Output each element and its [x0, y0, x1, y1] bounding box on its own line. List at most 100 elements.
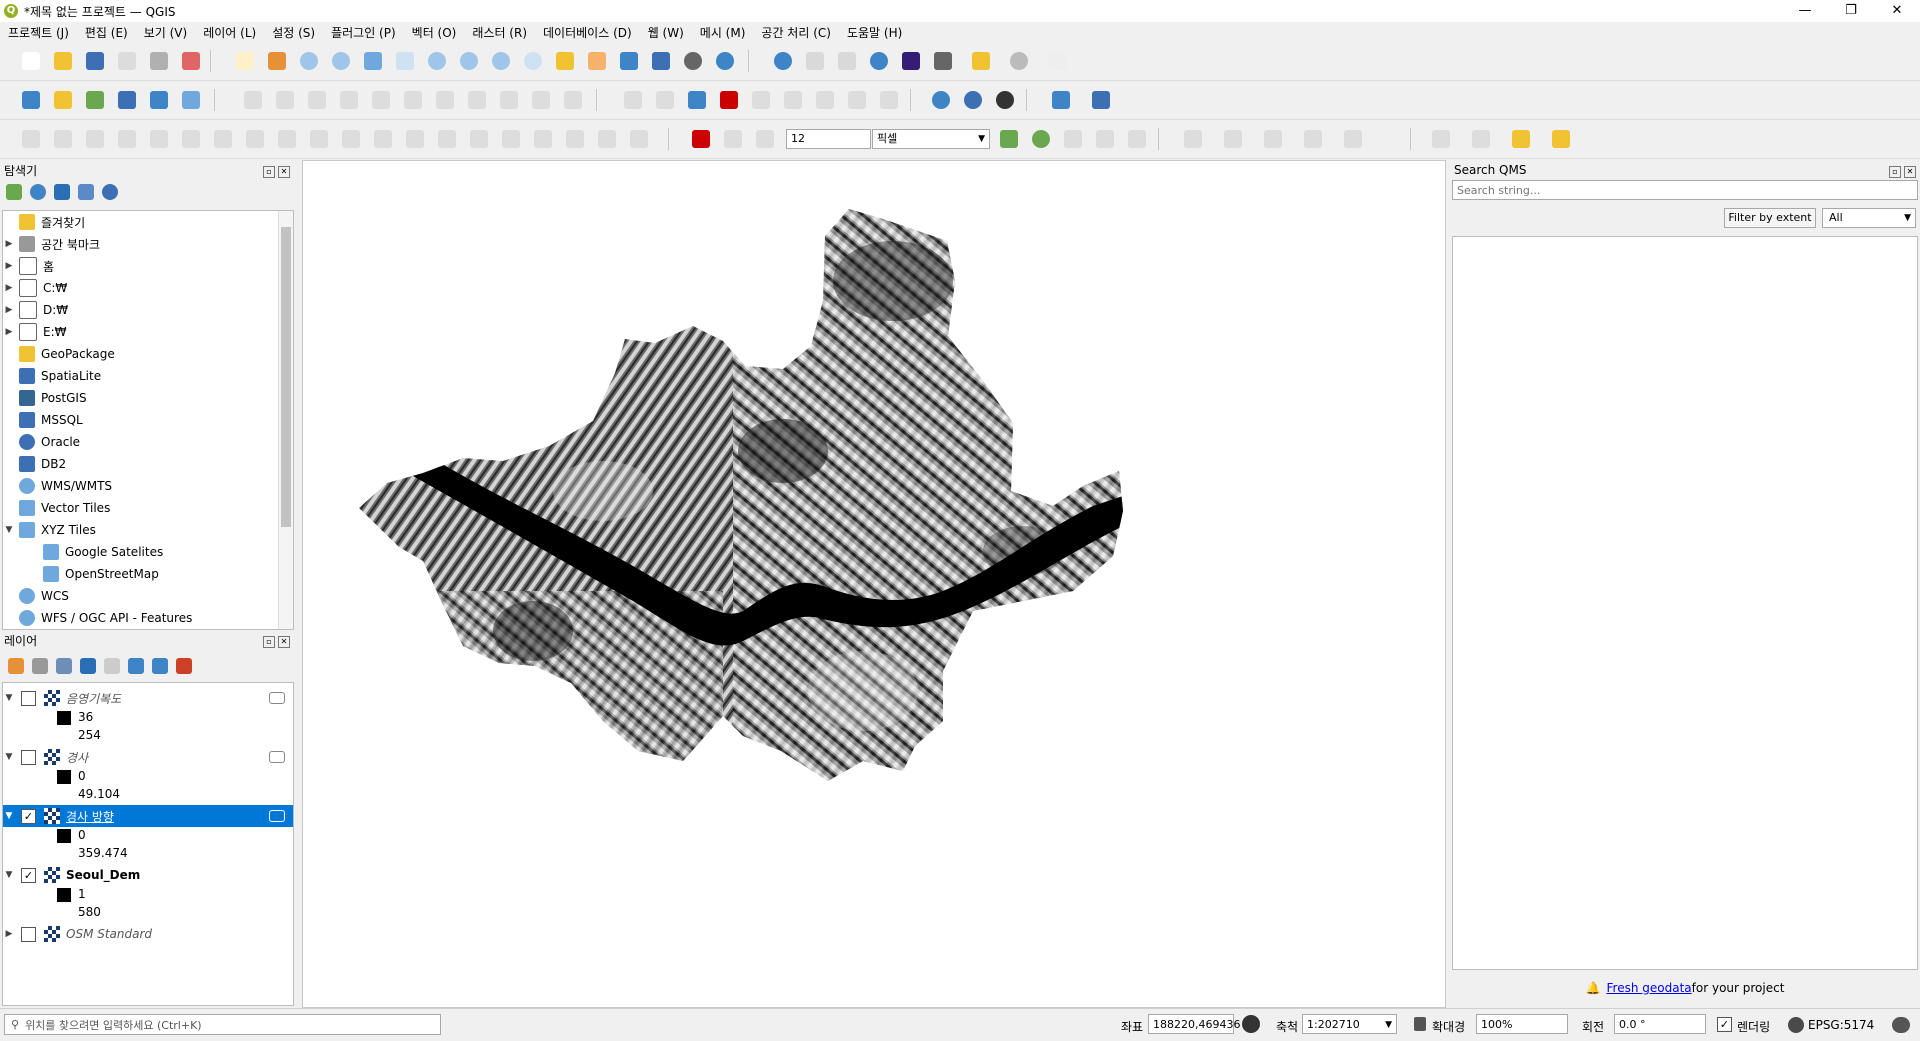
- processing-toolbox-button[interactable]: [866, 48, 892, 74]
- paste-features-button[interactable]: [496, 87, 522, 113]
- render-checkbox[interactable]: ✓: [1717, 1017, 1732, 1032]
- attribute-list-button[interactable]: [1468, 126, 1494, 152]
- browser-item-8[interactable]: PostGIS: [3, 387, 87, 409]
- browser-item-13[interactable]: Vector Tiles: [3, 497, 110, 519]
- layer-indicator-icon[interactable]: [269, 810, 285, 822]
- layer-row-0[interactable]: ▼ 음영기복도: [3, 687, 293, 709]
- qms-search-input[interactable]: [1452, 180, 1918, 200]
- undo-button[interactable]: [528, 87, 554, 113]
- expand-arrow-icon[interactable]: ▶: [3, 283, 15, 293]
- reverse-line-button[interactable]: [402, 126, 428, 152]
- annotation-button[interactable]: [1180, 126, 1206, 152]
- remove-layer-icon[interactable]: [176, 658, 192, 674]
- snap-mode-button[interactable]: [720, 126, 746, 152]
- advanced-digitize-button[interactable]: [50, 126, 76, 152]
- identify-features-button[interactable]: [770, 48, 796, 74]
- new-geopackage-layer-button[interactable]: [50, 87, 76, 113]
- text-annotation-button[interactable]: [1044, 48, 1070, 74]
- help-button[interactable]: [1088, 87, 1114, 113]
- close-panel-button[interactable]: ✕: [1904, 165, 1916, 178]
- zoom-full-button[interactable]: [360, 48, 386, 74]
- menu-item-2[interactable]: 보기 (V): [136, 24, 195, 41]
- refresh-icon[interactable]: [30, 184, 46, 200]
- style-manager-button[interactable]: [178, 48, 204, 74]
- layer-visibility-checkbox[interactable]: ✓: [21, 808, 36, 824]
- reverse-selection-button[interactable]: [1124, 126, 1150, 152]
- split-parts-button[interactable]: [498, 126, 524, 152]
- attribute-form-button[interactable]: [1428, 126, 1454, 152]
- temporal-controller-button[interactable]: [680, 48, 706, 74]
- magnifier-field[interactable]: 100%: [1476, 1014, 1568, 1034]
- select-by-value-button[interactable]: [1028, 126, 1054, 152]
- save-edits-button[interactable]: [304, 87, 330, 113]
- show-bookmarks-button[interactable]: [648, 48, 674, 74]
- deselect-button[interactable]: [1060, 126, 1086, 152]
- new-temporary-layer-button[interactable]: [178, 87, 204, 113]
- quickmapservices-button[interactable]: [960, 87, 986, 113]
- scale-field[interactable]: 1:202710 ▼: [1302, 1014, 1397, 1034]
- merge-attributes-button[interactable]: [562, 126, 588, 152]
- openlayers-button[interactable]: [928, 87, 954, 113]
- expand-arrow-icon[interactable]: ▶: [3, 261, 15, 271]
- filter-legend-icon[interactable]: [80, 658, 96, 674]
- map-themes-icon[interactable]: [56, 658, 72, 674]
- layer-indicator-icon[interactable]: [269, 692, 285, 704]
- crs-label[interactable]: EPSG:5174: [1808, 1018, 1874, 1032]
- digitize-shape-button[interactable]: [18, 126, 44, 152]
- menu-item-5[interactable]: 플러그인 (P): [323, 24, 404, 41]
- browser-item-11[interactable]: DB2: [3, 453, 66, 475]
- snap-tolerance-spinbox[interactable]: 12: [786, 129, 871, 149]
- layer-row-4[interactable]: ▶ OSM Standard: [3, 923, 293, 945]
- browser-item-5[interactable]: ▶ E:₩: [3, 321, 67, 343]
- vertex-tool-button[interactable]: [368, 87, 394, 113]
- highlight-button[interactable]: [1548, 126, 1574, 152]
- select-by-location-button[interactable]: [1006, 48, 1032, 74]
- locator-bar[interactable]: ⚲ 위치를 찾으려면 입력하세요 (Ctrl+K): [4, 1014, 441, 1035]
- snap-type-button[interactable]: [752, 126, 778, 152]
- layer-visibility-checkbox[interactable]: [21, 926, 36, 942]
- pan-to-selection-button[interactable]: [264, 48, 290, 74]
- python-console-button[interactable]: [1048, 87, 1074, 113]
- layer-tree[interactable]: ▼ 음영기복도 36 254 ▼ 경사 0 49.104 ▼ ✓ 경사 방향 0 359.474 ▼ ✓ Se…: [2, 682, 294, 1006]
- filter-by-extent-button[interactable]: Filter by extent: [1724, 208, 1816, 228]
- close-panel-button[interactable]: ✕: [278, 165, 290, 178]
- zoom-native-button[interactable]: [456, 48, 482, 74]
- browser-item-14[interactable]: ▼ XYZ Tiles: [3, 519, 96, 541]
- menu-item-10[interactable]: 메시 (M): [692, 24, 754, 41]
- menu-item-8[interactable]: 데이터베이스 (D): [535, 24, 640, 41]
- layer-labeling-button[interactable]: [620, 87, 646, 113]
- measure-line-button[interactable]: [930, 48, 956, 74]
- snapping-magnet-button[interactable]: [688, 126, 714, 152]
- menu-item-0[interactable]: 프로젝트 (J): [0, 24, 77, 41]
- snap-units-select[interactable]: 픽셀 ▼: [872, 129, 990, 149]
- delete-selected-button[interactable]: [400, 87, 426, 113]
- field-calculator-button[interactable]: [834, 48, 860, 74]
- save-project-button[interactable]: [82, 48, 108, 74]
- browser-item-15[interactable]: Google Satelites: [27, 541, 163, 563]
- new-project-button[interactable]: [18, 48, 44, 74]
- select-features-button[interactable]: [996, 126, 1022, 152]
- pin-labels-button[interactable]: [748, 87, 774, 113]
- new-bookmark-button[interactable]: [616, 48, 642, 74]
- statistics-button[interactable]: [898, 48, 924, 74]
- layer-visibility-checkbox[interactable]: [21, 749, 36, 765]
- browser-item-12[interactable]: WMS/WMTS: [3, 475, 112, 497]
- zoom-in-button[interactable]: [296, 48, 322, 74]
- cut-features-button[interactable]: [432, 87, 458, 113]
- close-panel-button[interactable]: ✕: [278, 635, 290, 648]
- expand-arrow-icon[interactable]: ▼: [3, 693, 15, 703]
- tracing-advanced-button[interactable]: [1092, 126, 1118, 152]
- zoom-last-button[interactable]: [488, 48, 514, 74]
- show-hide-labels-button[interactable]: [780, 87, 806, 113]
- map-canvas[interactable]: [302, 160, 1446, 1008]
- deselect-all-button[interactable]: [1508, 126, 1534, 152]
- expand-arrow-icon[interactable]: ▼: [3, 811, 15, 821]
- redo-button[interactable]: [560, 87, 586, 113]
- browser-item-10[interactable]: Oracle: [3, 431, 80, 453]
- zoom-next-button[interactable]: [520, 48, 546, 74]
- expand-arrow-icon[interactable]: ▶: [3, 327, 15, 337]
- rotate-label-button[interactable]: [844, 87, 870, 113]
- zoom-out-button[interactable]: [328, 48, 354, 74]
- attribute-table-button[interactable]: [802, 48, 828, 74]
- messages-icon[interactable]: [1892, 1017, 1910, 1033]
